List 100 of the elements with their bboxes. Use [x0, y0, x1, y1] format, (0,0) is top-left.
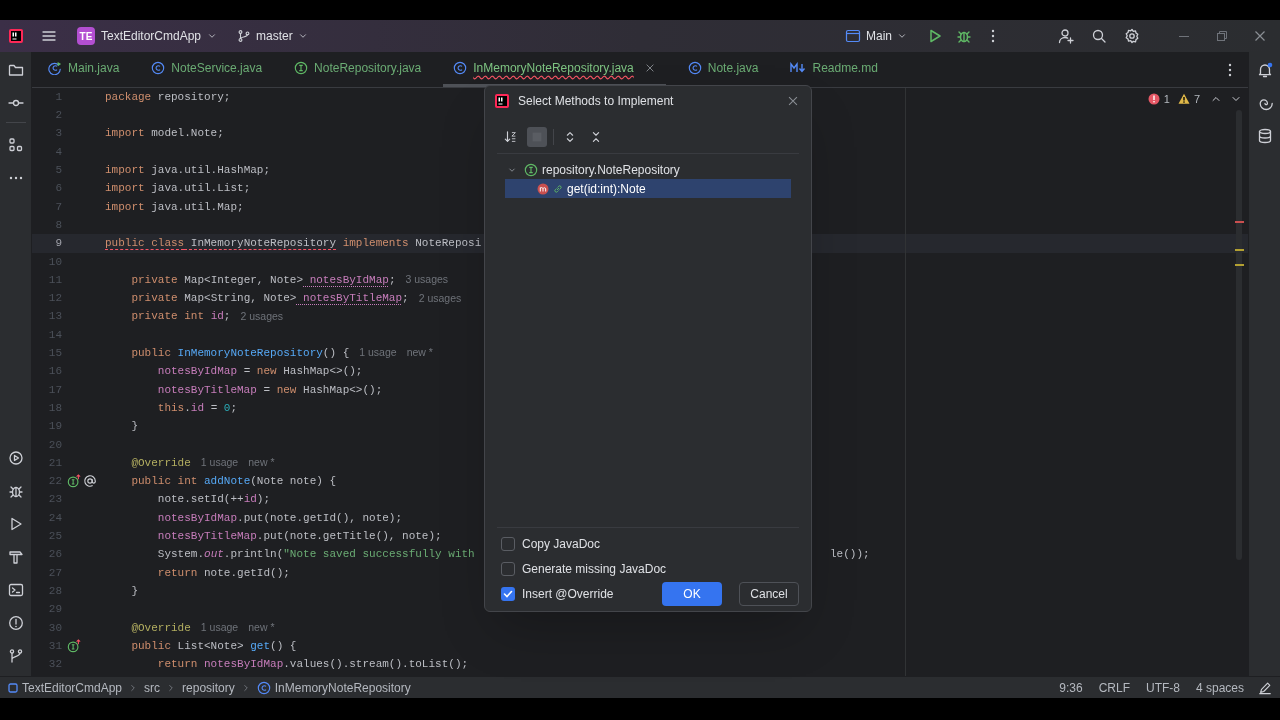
warning-count[interactable]: 7	[1193, 91, 1200, 108]
line-number: 9	[54, 236, 62, 252]
implements-gutter-icon[interactable]	[67, 474, 81, 489]
code-line: @Override	[130, 455, 191, 471]
code-line: @Override	[130, 620, 191, 636]
interface-icon	[524, 162, 538, 177]
module-icon	[8, 682, 18, 693]
breadcrumb[interactable]: repository	[182, 678, 235, 697]
link-icon	[553, 183, 563, 194]
file-tab[interactable]: Readme.md	[780, 52, 888, 87]
method-icon	[537, 182, 549, 195]
project-badge: TE	[77, 27, 95, 45]
pencil-icon	[1258, 680, 1272, 695]
scrollbar-thumb[interactable]	[1236, 110, 1242, 560]
branch-name: master	[256, 28, 293, 45]
tree-item[interactable]: repository.NoteRepository	[505, 160, 791, 179]
vcs-icon	[7, 648, 24, 664]
file-tab[interactable]: NoteRepository.java	[284, 52, 432, 87]
code-line: public class InMemoryNoteRepository implements NoteReposi	[105, 236, 482, 252]
code-line: public List<Note> get() {	[130, 638, 297, 654]
code-line: import java.util.List;	[105, 181, 251, 197]
file-tab[interactable]: NoteService.java	[141, 52, 273, 87]
code-line: notesByIdMap = new HashMap<>();	[156, 364, 363, 380]
inlay-hint[interactable]: 1 usage	[200, 455, 239, 471]
status-item[interactable]: 4 spaces	[1195, 678, 1244, 697]
breadcrumb[interactable]: src	[144, 678, 161, 697]
code-line: private Map<String, Note> notesByTitleMap;	[130, 291, 409, 307]
restore-icon	[1214, 28, 1230, 44]
checkbox-label[interactable]: Insert @Override	[522, 584, 614, 603]
folder-icon	[7, 62, 24, 78]
inlay-hint[interactable]: new *	[406, 345, 433, 362]
run-config-selector[interactable]: Main	[841, 23, 911, 49]
tree-item[interactable]: get(id:int):Note	[505, 179, 791, 198]
toggle-button[interactable]	[527, 126, 547, 147]
implements-gutter-icon[interactable]	[67, 639, 81, 654]
close-icon	[786, 94, 800, 108]
run-icon	[927, 28, 943, 44]
caret-icon	[207, 31, 218, 41]
code-line: notesByTitleMap.put(note.getTitle(), note);	[156, 529, 442, 544]
inlay-hint[interactable]: 3 usages	[405, 272, 449, 288]
status-item[interactable]: UTF-8	[1145, 678, 1180, 697]
check-icon	[503, 588, 513, 599]
bell-icon	[1256, 62, 1273, 78]
code-line: private int id;	[130, 309, 231, 325]
database-icon	[1256, 128, 1273, 144]
breadcrumb[interactable]: TextEditorCmdApp	[8, 678, 123, 697]
inlay-hint[interactable]: new *	[248, 619, 275, 636]
file-tab[interactable]: Main.java	[38, 52, 130, 87]
run-config-name: Main	[866, 28, 892, 45]
dialog-title: Select Methods to Implement	[518, 93, 674, 110]
caret-icon	[297, 31, 308, 41]
file-tab[interactable]: Note.java	[677, 52, 769, 87]
inlay-hint[interactable]: 1 usage	[200, 619, 239, 636]
inlay-hint[interactable]: 2 usages	[240, 308, 284, 325]
error-icon[interactable]	[1147, 93, 1160, 106]
branch-selector[interactable]: master	[233, 23, 312, 49]
code-line: this.id = 0;	[156, 400, 238, 416]
interface-icon	[294, 61, 309, 75]
class-icon	[256, 680, 271, 695]
project-selector[interactable]: TE TextEditorCmdApp	[73, 23, 222, 49]
terminal-icon	[7, 582, 24, 598]
code-line: return note.getId();	[156, 565, 290, 581]
at-sign-gutter-icon[interactable]	[83, 474, 97, 489]
breadcrumb[interactable]: InMemoryNoteRepository	[256, 678, 411, 697]
status-item[interactable]: 9:36	[1059, 678, 1083, 697]
class-icon	[453, 61, 468, 75]
ok-button[interactable]: OK	[662, 581, 722, 606]
status-item[interactable]: CRLF	[1098, 678, 1130, 697]
code-line: import java.util.HashMap;	[105, 163, 271, 179]
search-icon	[1091, 28, 1107, 44]
project-name: TextEditorCmdApp	[101, 28, 202, 45]
checkbox[interactable]	[501, 536, 515, 551]
checkbox[interactable]	[501, 586, 515, 601]
services-icon	[7, 450, 24, 466]
hammer-icon	[7, 549, 24, 565]
code-line: import model.Note;	[105, 126, 224, 142]
warning-icon[interactable]	[1177, 93, 1190, 106]
class-icon	[151, 61, 166, 75]
inlay-hint[interactable]: 2 usages	[418, 290, 462, 307]
problems-icon	[7, 615, 24, 631]
error-count[interactable]: 1	[1163, 91, 1170, 108]
structure-icon	[7, 137, 24, 153]
minimize-icon	[1179, 35, 1189, 37]
read-only-toggle[interactable]	[1258, 680, 1272, 695]
dialog-app-logo	[494, 93, 510, 109]
app-logo	[8, 28, 24, 44]
gear-icon	[1124, 28, 1140, 44]
inlay-hint[interactable]: 1 usage	[359, 345, 397, 362]
checkbox[interactable]	[501, 561, 515, 576]
code-line: notesByTitleMap = new HashMap<>();	[156, 382, 383, 398]
code-line: System.out.println("Note saved successfully with	[156, 547, 475, 563]
checkbox-label[interactable]: Generate missing JavaDoc	[522, 559, 667, 578]
cancel-button[interactable]: Cancel	[739, 581, 799, 606]
inlay-hint[interactable]: new *	[248, 455, 275, 471]
code-line: }	[130, 583, 138, 599]
class-run-icon	[48, 61, 62, 75]
code-line: note.setId(++id);	[156, 492, 271, 508]
markdown-icon	[790, 62, 807, 74]
code-line: notesByIdMap.put(note.getId(), note);	[156, 510, 403, 526]
checkbox-label[interactable]: Copy JavaDoc	[522, 534, 601, 553]
